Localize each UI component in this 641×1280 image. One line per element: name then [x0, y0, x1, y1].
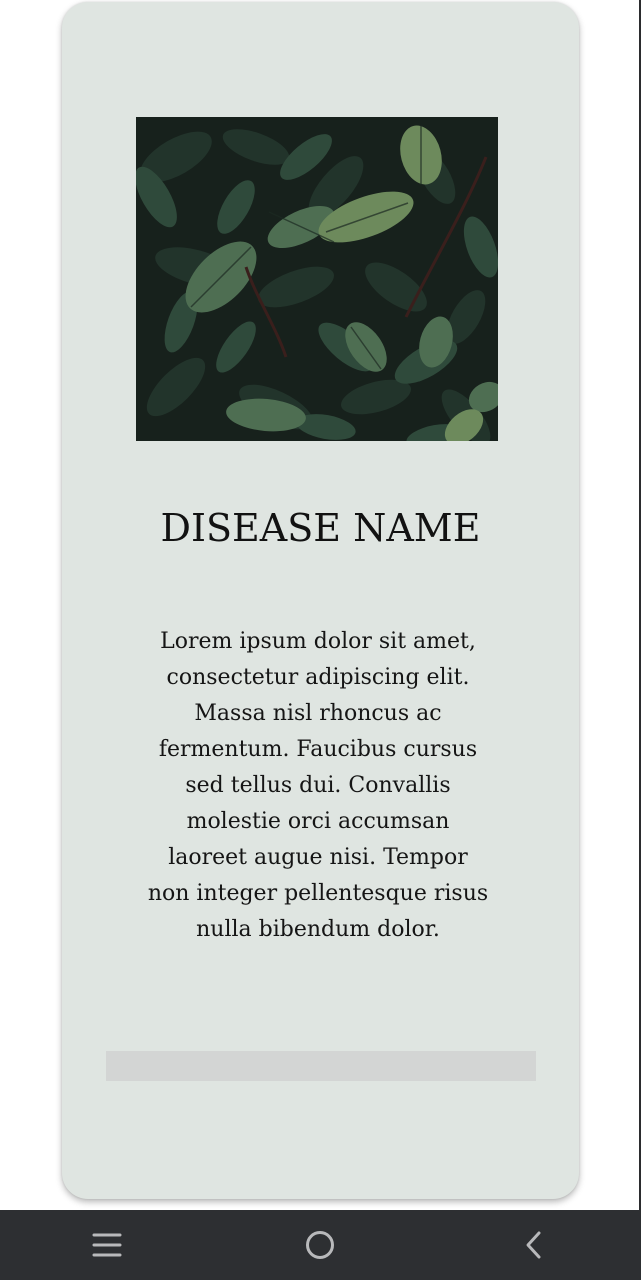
- recent-apps-button[interactable]: [67, 1210, 147, 1280]
- system-navigation-bar: [0, 1210, 641, 1280]
- back-button[interactable]: [494, 1210, 574, 1280]
- disease-title: DISEASE NAME: [160, 506, 481, 550]
- menu-lines-icon: [92, 1233, 122, 1257]
- disease-description: Lorem ipsum dolor sit amet, consectetur …: [147, 629, 489, 942]
- home-button[interactable]: [280, 1210, 360, 1280]
- placeholder-bar: [106, 1051, 536, 1081]
- home-circle-icon: [306, 1231, 335, 1259]
- plant-leaves-photo-icon: [136, 117, 498, 441]
- app-screen: DISEASE NAME Lorem ipsum dolor sit amet,…: [0, 0, 641, 1280]
- disease-card: DISEASE NAME Lorem ipsum dolor sit amet,…: [62, 2, 579, 1199]
- chevron-left-icon: [526, 1231, 541, 1259]
- plant-image: [136, 117, 498, 441]
